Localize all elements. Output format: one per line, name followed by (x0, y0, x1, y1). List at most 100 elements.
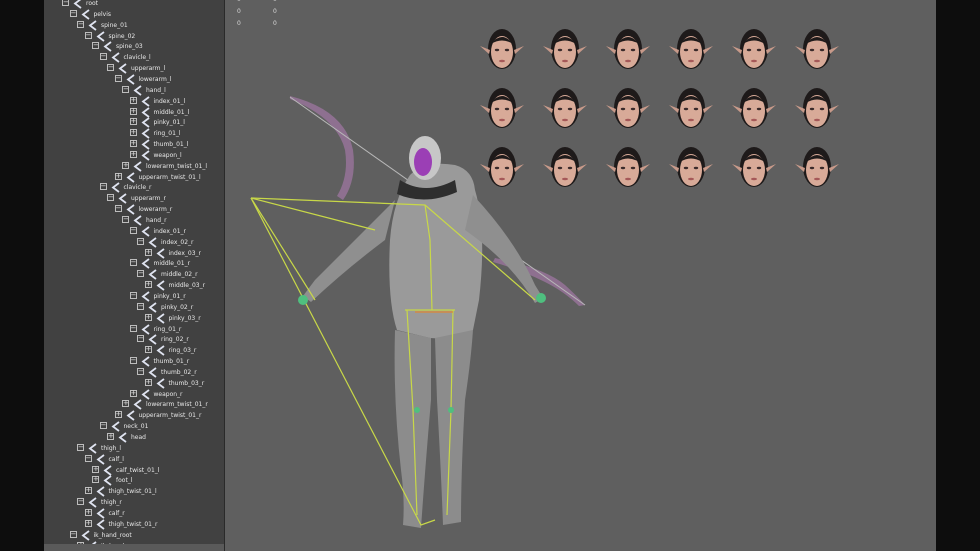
outliner-item[interactable]: − thumb_01_r (44, 356, 222, 367)
collapse-toggle[interactable]: − (99, 183, 107, 191)
outliner-item-label: foot_l (116, 477, 133, 485)
character-face (414, 148, 432, 176)
outliner-item[interactable]: − spine_01 (44, 19, 222, 31)
outliner-item[interactable]: + pinky_01_l (44, 117, 222, 129)
outliner-item[interactable]: − root (44, 0, 222, 9)
collapse-toggle[interactable]: − (137, 302, 144, 310)
collapse-toggle[interactable]: − (84, 31, 92, 39)
outliner-item[interactable]: − pinky_01_r (44, 291, 222, 302)
outliner-item-label: thumb_03_r (168, 379, 205, 387)
collapse-toggle[interactable]: − (122, 216, 129, 223)
collapse-toggle[interactable]: − (114, 205, 122, 213)
outliner-item[interactable]: + middle_03_r (44, 280, 222, 291)
outliner-item[interactable]: − thumb_02_r (44, 367, 222, 378)
collapse-toggle[interactable]: − (107, 64, 114, 72)
outliner-item[interactable]: + lowerarm_twist_01_l (44, 161, 222, 172)
outliner-item[interactable]: + lowerarm_twist_01_r (44, 399, 222, 411)
outliner-item[interactable]: + thumb_03_r (44, 378, 222, 389)
outliner-item[interactable]: + thigh_twist_01_r (44, 519, 222, 530)
collapse-toggle[interactable]: − (84, 454, 92, 462)
outliner-item-label: spine_02 (108, 32, 136, 40)
outliner-item[interactable]: + upperarm_twist_01_l (44, 171, 222, 183)
outliner-item[interactable]: − ring_02_r (44, 334, 222, 346)
outliner-item[interactable]: + thumb_01_l (44, 139, 222, 150)
collapse-toggle[interactable]: − (77, 443, 84, 451)
outliner-item[interactable]: − index_01_r (44, 226, 222, 237)
collapse-toggle[interactable]: − (122, 85, 129, 93)
rigged-character-model[interactable] (225, 0, 936, 551)
leaf-marker: + (144, 247, 152, 256)
collapse-toggle[interactable]: − (137, 335, 144, 343)
outliner-item[interactable]: + ring_01_l (44, 128, 222, 139)
outliner-scrollbar[interactable] (44, 544, 224, 551)
outliner-item[interactable]: − spine_02 (44, 30, 222, 42)
outliner-item[interactable]: + foot_l (44, 475, 222, 487)
outliner-item[interactable]: + calf_twist_01_l (44, 464, 222, 476)
outliner-item[interactable]: − upperarm_r (44, 193, 222, 205)
collapse-toggle[interactable]: − (129, 357, 137, 365)
outliner-item[interactable]: − thigh_l (44, 443, 222, 454)
collapse-toggle[interactable]: − (77, 498, 84, 506)
outliner-item[interactable]: − clavicle_r (44, 182, 222, 194)
collapse-toggle[interactable]: − (99, 422, 107, 430)
outliner-item[interactable]: − ring_01_r (44, 323, 222, 335)
collapse-toggle[interactable]: − (137, 270, 144, 278)
joint-icon (148, 236, 157, 248)
leaf-marker: + (122, 160, 129, 169)
collapse-toggle[interactable]: − (62, 0, 69, 6)
outliner-item[interactable]: − spine_03 (44, 41, 222, 53)
outliner-item[interactable]: + upperarm_twist_01_r (44, 410, 222, 422)
outliner-item[interactable]: − pelvis (44, 9, 222, 20)
collapse-toggle[interactable]: − (114, 74, 122, 82)
right-screen-border (936, 0, 980, 551)
collapse-toggle[interactable]: − (129, 226, 137, 234)
outliner-item[interactable]: − lowerarm_r (44, 204, 222, 215)
outliner-item-label: pinky_01_l (153, 119, 185, 127)
outliner-item[interactable]: + middle_01_l (44, 106, 222, 118)
outliner-item[interactable]: − thigh_r (44, 497, 222, 508)
collapse-toggle[interactable]: − (69, 9, 77, 17)
collapse-toggle[interactable]: − (92, 42, 99, 50)
outliner-item[interactable]: − clavicle_l (44, 52, 222, 63)
outliner-item[interactable]: − ik_hand_root (44, 529, 222, 541)
outliner-item-label: hand_l (146, 86, 166, 94)
outliner-item[interactable]: + index_03_r (44, 247, 222, 259)
outliner-item[interactable]: + index_01_l (44, 95, 222, 107)
joint-icon (141, 106, 150, 118)
collapse-toggle[interactable]: − (69, 530, 77, 538)
outliner-item[interactable]: + calf_r (44, 508, 222, 519)
outliner-item[interactable]: − pinky_02_r (44, 302, 222, 313)
collapse-toggle[interactable]: − (77, 20, 84, 28)
outliner-item[interactable]: − middle_02_r (44, 269, 222, 280)
outliner-item[interactable]: + head (44, 432, 222, 443)
collapse-toggle[interactable]: − (107, 194, 114, 202)
outliner-panel[interactable]: − root − pelvis − spine_01− spine_02− spine_03−… (44, 0, 225, 551)
collapse-toggle[interactable]: − (99, 53, 107, 61)
left-screen-border (0, 0, 44, 551)
outliner-item[interactable]: − middle_01_r (44, 258, 222, 270)
collapse-toggle[interactable]: − (129, 259, 137, 267)
joint-icon (141, 291, 150, 302)
viewport-3d[interactable]: 0 0 0 0 0 0 (225, 0, 936, 551)
outliner-item[interactable]: + weapon_l (44, 150, 222, 161)
outliner-item[interactable]: + weapon_r (44, 388, 222, 400)
outliner-item[interactable]: + pinky_03_r (44, 312, 222, 324)
joint-icon (141, 95, 150, 107)
outliner-item[interactable]: + thigh_twist_01_l (44, 486, 222, 497)
outliner-item[interactable]: − neck_01 (44, 421, 222, 432)
outliner-item[interactable]: − index_02_r (44, 236, 222, 248)
outliner-item[interactable]: − calf_l (44, 453, 222, 465)
outliner-item[interactable]: − hand_r (44, 215, 222, 226)
joint-icon (133, 161, 142, 172)
outliner-item-label: pinky_01_r (153, 292, 186, 300)
outliner-item[interactable]: + ring_03_r (44, 345, 222, 356)
collapse-toggle[interactable]: − (137, 237, 144, 245)
collapse-toggle[interactable]: − (129, 291, 137, 299)
outliner-item-label: ring_02_r (161, 336, 189, 344)
outliner-item[interactable]: − hand_l (44, 85, 222, 96)
outliner-item[interactable]: − lowerarm_l (44, 74, 222, 85)
collapse-toggle[interactable]: − (129, 324, 137, 332)
outliner-item[interactable]: − upperarm_l (44, 63, 222, 74)
collapse-toggle[interactable]: − (137, 367, 144, 375)
joint-icon (96, 30, 105, 42)
